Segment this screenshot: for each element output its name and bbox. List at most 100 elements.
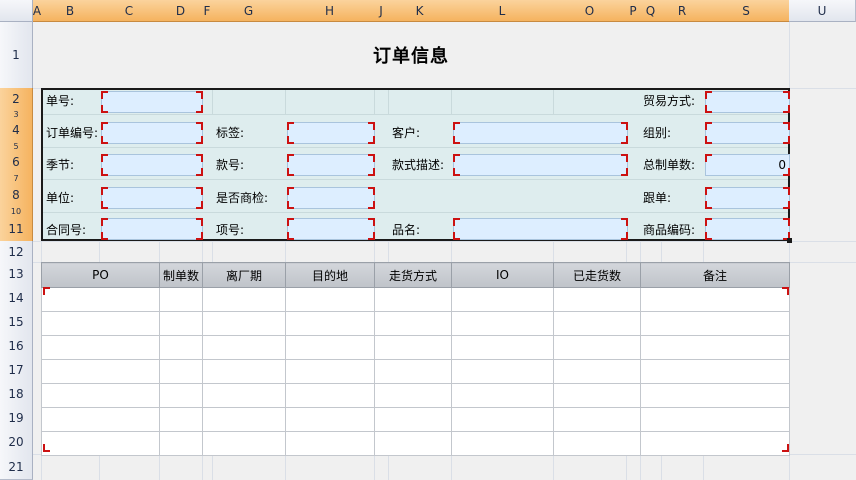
- table-cell[interactable]: [640, 311, 790, 336]
- column-header-r[interactable]: R: [661, 0, 704, 22]
- row-header-21[interactable]: 21: [0, 454, 33, 480]
- row-header-16[interactable]: 16: [0, 334, 33, 359]
- table-cell[interactable]: [553, 431, 641, 456]
- table-cell[interactable]: [159, 383, 203, 408]
- product-code-input[interactable]: [705, 218, 790, 240]
- column-header-j[interactable]: J: [374, 0, 389, 22]
- table-cell[interactable]: [374, 407, 452, 432]
- column-header-io[interactable]: IO: [451, 262, 554, 288]
- table-cell[interactable]: [553, 359, 641, 384]
- column-header-departure-date[interactable]: 离厂期: [202, 262, 286, 288]
- column-header-remarks[interactable]: 备注: [640, 262, 790, 288]
- group-input[interactable]: [705, 122, 790, 144]
- table-cell[interactable]: [553, 311, 641, 336]
- table-cell[interactable]: [41, 311, 160, 336]
- column-header-g[interactable]: G: [212, 0, 286, 22]
- table-cell[interactable]: [41, 431, 160, 456]
- table-cell[interactable]: [553, 383, 641, 408]
- table-cell[interactable]: [285, 383, 375, 408]
- column-header-shipping-mode[interactable]: 走货方式: [374, 262, 452, 288]
- table-cell[interactable]: [640, 335, 790, 360]
- table-cell[interactable]: [640, 383, 790, 408]
- table-row[interactable]: [41, 383, 790, 408]
- row-header-19[interactable]: 19: [0, 406, 33, 431]
- row-header-1[interactable]: 1: [0, 22, 33, 89]
- row-header-4[interactable]: 4: [0, 118, 33, 143]
- unit-input[interactable]: [101, 187, 203, 209]
- table-cell[interactable]: [159, 359, 203, 384]
- customer-input[interactable]: [453, 122, 628, 144]
- table-cell[interactable]: [159, 335, 203, 360]
- row-header-8[interactable]: 8: [0, 183, 33, 208]
- table-cell[interactable]: [285, 311, 375, 336]
- table-cell[interactable]: [374, 383, 452, 408]
- table-cell[interactable]: [374, 359, 452, 384]
- table-cell[interactable]: [41, 407, 160, 432]
- table-cell[interactable]: [451, 335, 554, 360]
- table-row[interactable]: [41, 431, 790, 456]
- item-no-input[interactable]: [287, 218, 375, 240]
- column-header-p[interactable]: P: [626, 0, 641, 22]
- table-cell[interactable]: [451, 359, 554, 384]
- table-row[interactable]: [41, 335, 790, 360]
- follower-input[interactable]: [705, 187, 790, 209]
- table-row[interactable]: [41, 359, 790, 384]
- row-header-2[interactable]: 2: [0, 88, 33, 111]
- table-cell[interactable]: [374, 311, 452, 336]
- column-header-u[interactable]: U: [789, 0, 856, 22]
- order-code-input[interactable]: [101, 122, 203, 144]
- column-header-po[interactable]: PO: [41, 262, 160, 288]
- table-cell[interactable]: [202, 335, 286, 360]
- form-resize-handle[interactable]: [787, 238, 792, 243]
- product-name-input[interactable]: [453, 218, 628, 240]
- column-header-order-qty[interactable]: 制单数: [159, 262, 203, 288]
- column-header-destination[interactable]: 目的地: [285, 262, 375, 288]
- table-cell[interactable]: [285, 335, 375, 360]
- table-cell[interactable]: [451, 311, 554, 336]
- column-header-h[interactable]: H: [285, 0, 375, 22]
- column-header-b[interactable]: B: [41, 0, 100, 22]
- style-desc-input[interactable]: [453, 154, 628, 176]
- table-cell[interactable]: [159, 287, 203, 312]
- column-header-d[interactable]: D: [159, 0, 203, 22]
- row-header-6[interactable]: 6: [0, 150, 33, 175]
- row-header-12[interactable]: 12: [0, 241, 33, 263]
- table-cell[interactable]: [202, 431, 286, 456]
- trade-mode-input[interactable]: [705, 91, 790, 113]
- table-cell[interactable]: [451, 383, 554, 408]
- table-cell[interactable]: [553, 287, 641, 312]
- season-input[interactable]: [101, 154, 203, 176]
- table-cell[interactable]: [374, 431, 452, 456]
- table-row[interactable]: [41, 287, 790, 312]
- column-header-o[interactable]: O: [553, 0, 627, 22]
- table-cell[interactable]: [285, 407, 375, 432]
- order-no-input[interactable]: [101, 91, 203, 113]
- table-cell[interactable]: [640, 359, 790, 384]
- table-cell[interactable]: [285, 431, 375, 456]
- spreadsheet[interactable]: A B C D F G H J K L O P Q R S U 1 2 3 4 …: [0, 0, 856, 480]
- column-header-shipped-qty[interactable]: 已走货数: [553, 262, 641, 288]
- table-cell[interactable]: [451, 287, 554, 312]
- table-cell[interactable]: [159, 431, 203, 456]
- table-cell[interactable]: [640, 407, 790, 432]
- table-cell[interactable]: [640, 287, 790, 312]
- table-row[interactable]: [41, 311, 790, 336]
- table-cell[interactable]: [285, 287, 375, 312]
- table-cell[interactable]: [202, 383, 286, 408]
- column-header-l[interactable]: L: [451, 0, 554, 22]
- table-cell[interactable]: [640, 431, 790, 456]
- column-header-c[interactable]: C: [99, 0, 160, 22]
- select-all-corner[interactable]: [0, 0, 33, 22]
- row-header-20[interactable]: 20: [0, 430, 33, 455]
- row-header-14[interactable]: 14: [0, 286, 33, 311]
- table-row[interactable]: [41, 407, 790, 432]
- table-cell[interactable]: [202, 287, 286, 312]
- contract-input[interactable]: [101, 218, 203, 240]
- table-cell[interactable]: [202, 359, 286, 384]
- row-header-13[interactable]: 13: [0, 262, 33, 287]
- row-header-15[interactable]: 15: [0, 310, 33, 335]
- tag-input[interactable]: [287, 122, 375, 144]
- table-cell[interactable]: [553, 335, 641, 360]
- table-cell[interactable]: [202, 311, 286, 336]
- style-no-input[interactable]: [287, 154, 375, 176]
